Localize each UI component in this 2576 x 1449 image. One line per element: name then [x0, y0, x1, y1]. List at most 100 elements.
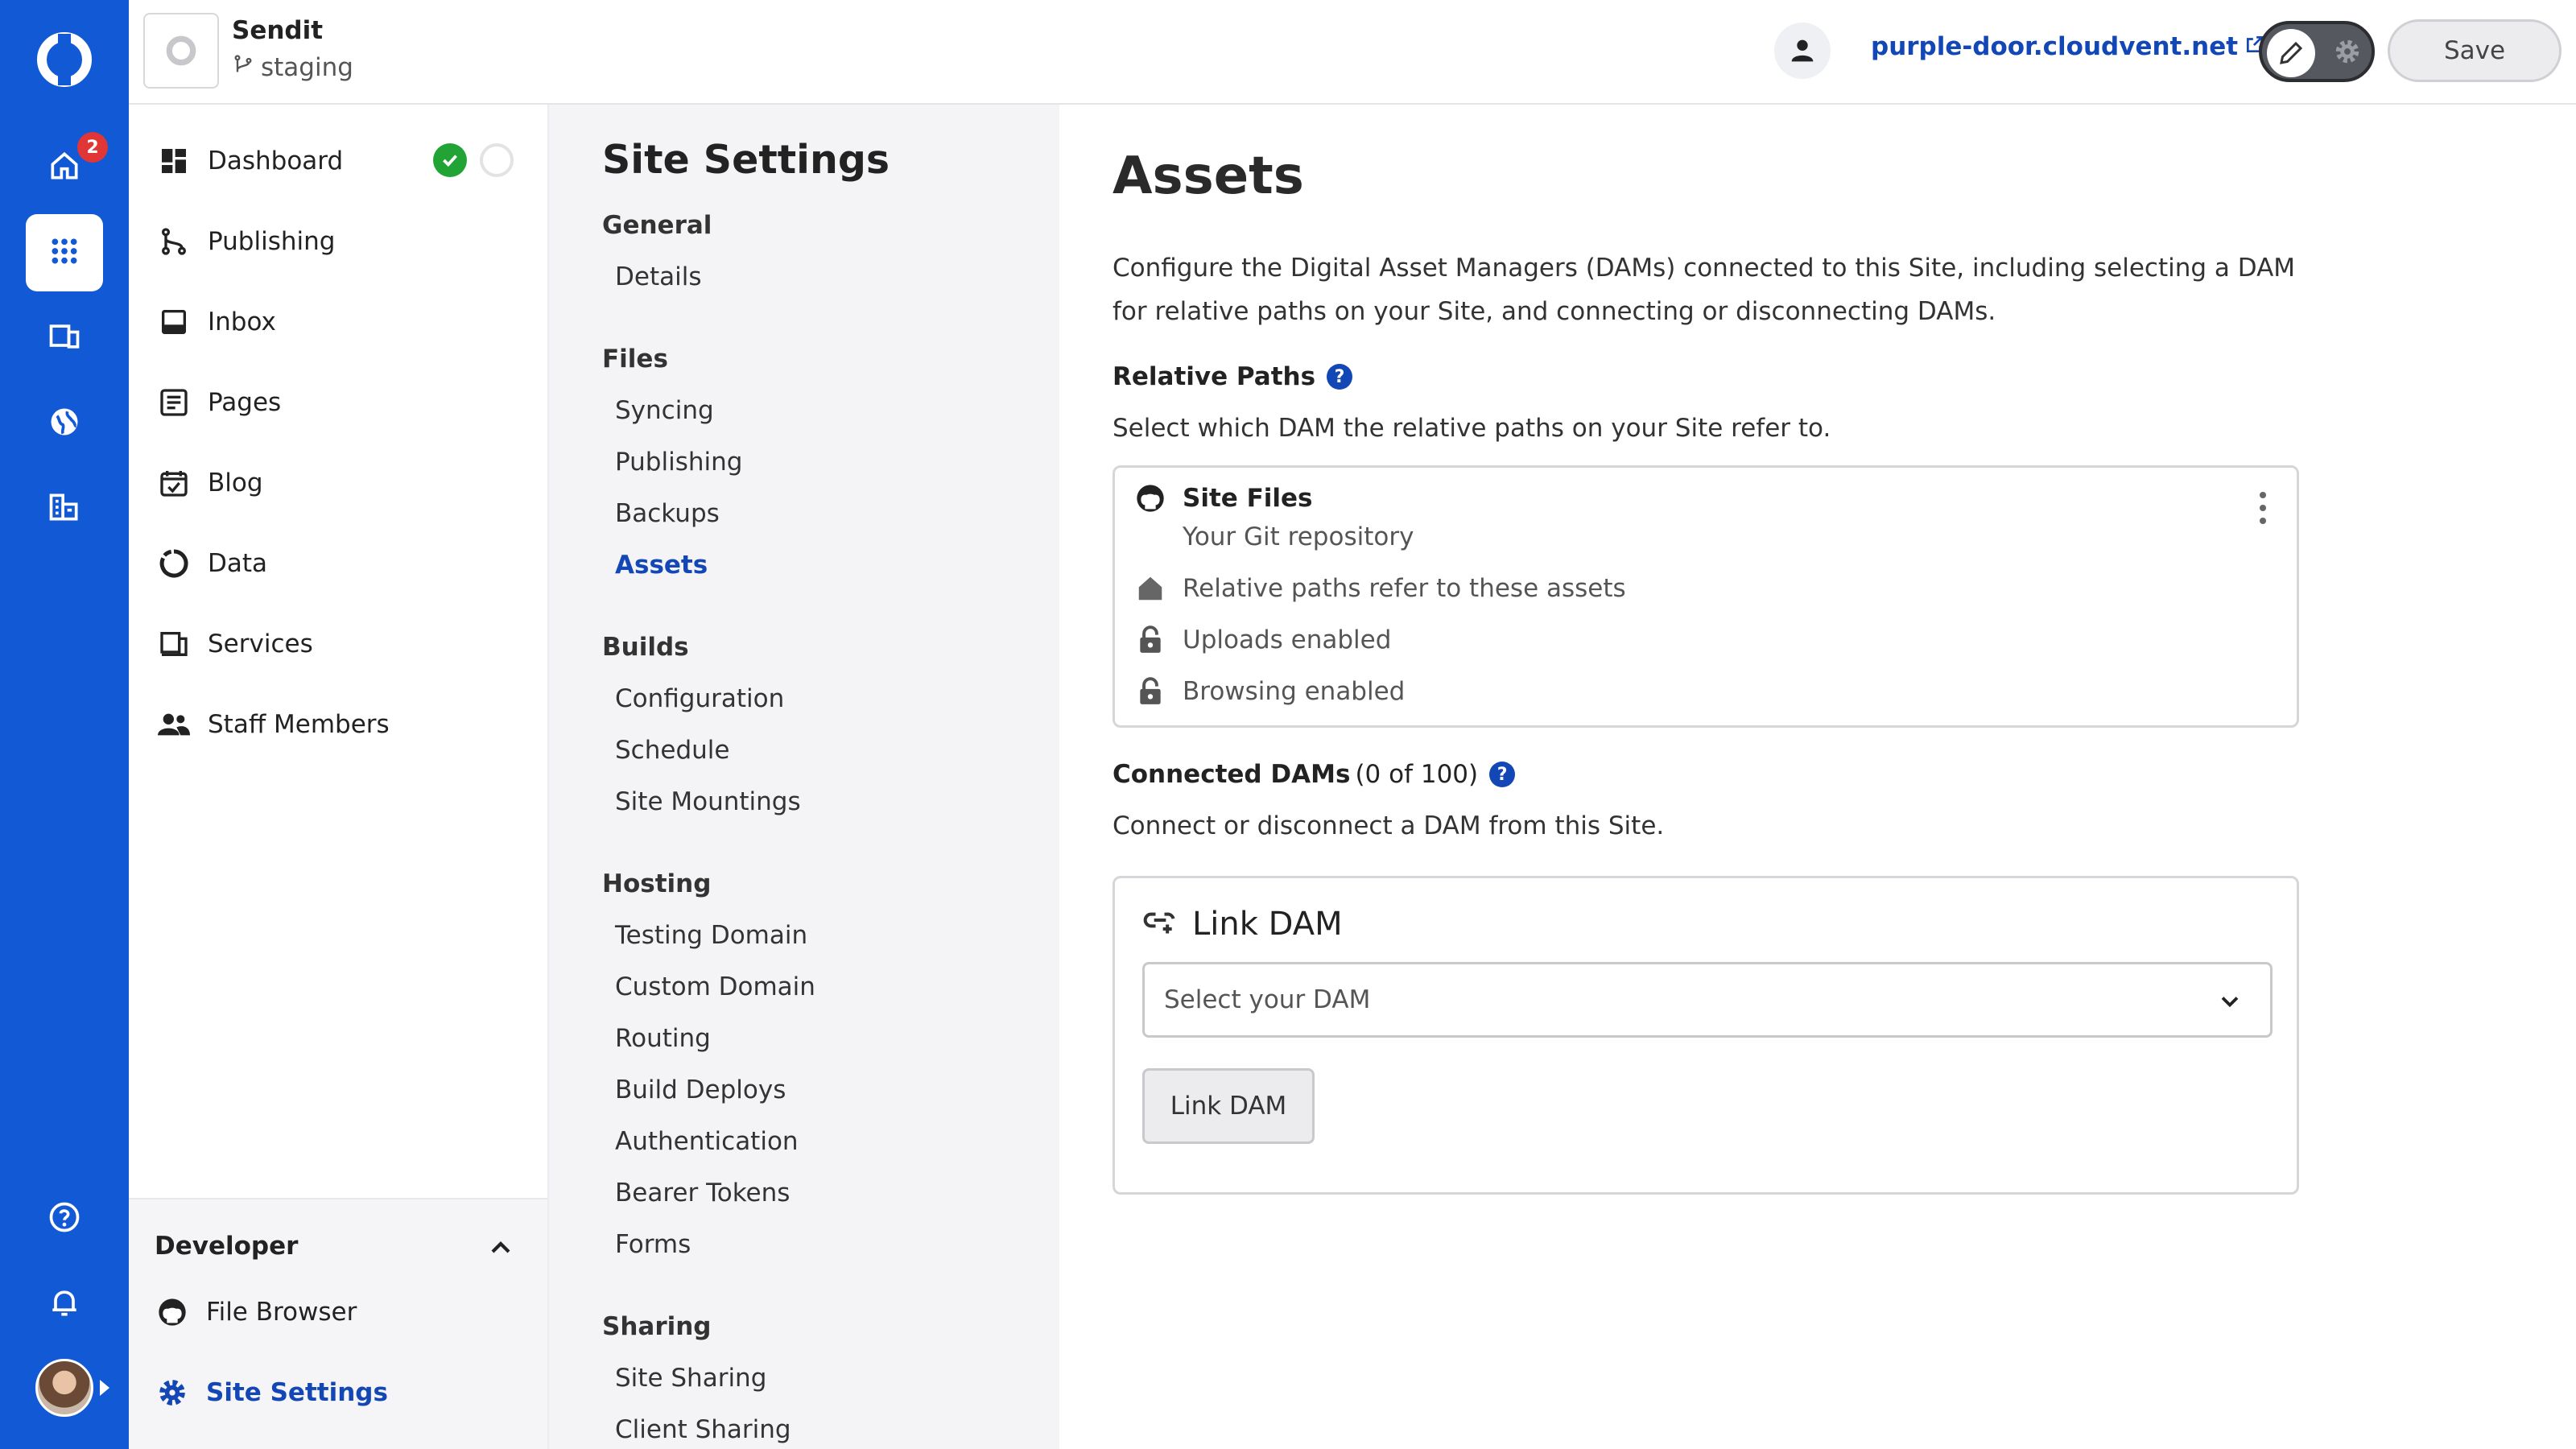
settings-item-authentication[interactable]: Authentication: [615, 1127, 799, 1156]
gear-icon: [2330, 34, 2365, 69]
settings-item-site-mountings[interactable]: Site Mountings: [615, 787, 801, 816]
relative-paths-label-text: Relative Paths: [1113, 362, 1316, 391]
nav-item-label: Services: [208, 630, 313, 658]
settings-item-schedule[interactable]: Schedule: [615, 736, 729, 765]
settings-item-routing[interactable]: Routing: [615, 1024, 711, 1053]
card-subtitle: Your Git repository: [1183, 522, 1414, 551]
chevron-up-icon[interactable]: [485, 1232, 517, 1264]
success-check-icon: [433, 143, 467, 177]
site-files-card[interactable]: Site Files Your Git repository Relative …: [1113, 465, 2299, 728]
nav-item-label: File Browser: [206, 1298, 357, 1327]
home-icon: [1133, 571, 1168, 606]
devices-icon: [47, 319, 82, 357]
link-dam-button[interactable]: Link DAM: [1142, 1068, 1315, 1144]
data-icon: [156, 546, 192, 581]
logo-icon[interactable]: [35, 31, 93, 89]
github-icon: [155, 1294, 190, 1330]
rail-globe-button[interactable]: [26, 385, 103, 462]
gear-icon: [155, 1375, 190, 1410]
developer-panel: Developer File Browser Site Settings: [129, 1198, 547, 1449]
rail-notifications-button[interactable]: [26, 1265, 103, 1343]
nav-item-publishing[interactable]: Publishing: [156, 217, 335, 266]
site-name[interactable]: Sendit: [232, 16, 323, 45]
settings-item-testing-domain[interactable]: Testing Domain: [615, 921, 807, 950]
site-thumbnail[interactable]: [143, 13, 219, 89]
card-subtitle-text: Your Git repository: [1183, 522, 1414, 551]
caret-right-icon[interactable]: [100, 1380, 109, 1396]
home-icon: [47, 148, 82, 187]
nav-item-pages[interactable]: Pages: [156, 378, 281, 427]
toggle-knob: [2267, 29, 2315, 77]
lock-icon: [1133, 622, 1168, 658]
settings-item-publishing[interactable]: Publishing: [615, 448, 742, 477]
dam-select[interactable]: Select your DAM: [1142, 962, 2273, 1038]
rail-buildings-button[interactable]: [26, 470, 103, 547]
bell-icon: [47, 1285, 82, 1323]
apps-grid-icon: [48, 235, 80, 270]
card-row-browsing: Browsing enabled: [1133, 674, 1405, 709]
more-options-icon[interactable]: [2258, 492, 2268, 524]
settings-title: Site Settings: [602, 137, 890, 183]
rail-apps-button[interactable]: [26, 214, 103, 291]
dam-select-placeholder: Select your DAM: [1164, 985, 1371, 1014]
lock-icon: [1133, 674, 1168, 709]
main-content: Assets Configure the Digital Asset Manag…: [1059, 105, 2576, 1449]
settings-section-sharing: Sharing: [602, 1312, 712, 1341]
branch-selector[interactable]: staging: [232, 53, 353, 82]
calendar-check-icon: [156, 465, 192, 501]
link-icon: [1142, 902, 1178, 946]
settings-item-site-sharing[interactable]: Site Sharing: [615, 1364, 766, 1393]
nav-item-blog[interactable]: Blog: [156, 459, 263, 507]
inbox-icon: [156, 304, 192, 340]
card-row-text: Relative paths refer to these assets: [1183, 574, 1626, 603]
nav-item-file-browser[interactable]: File Browser: [155, 1294, 357, 1330]
site-nav: Dashboard Publishing Inbox Pages Blog Da…: [129, 105, 549, 1449]
chevron-down-icon: [2215, 987, 2244, 1016]
save-button[interactable]: Save: [2388, 19, 2562, 82]
help-icon[interactable]: ?: [1489, 762, 1516, 787]
top-bar: Sendit staging purple-door.cloudvent.net…: [129, 0, 2576, 105]
site-domain-text: purple-door.cloudvent.net: [1871, 32, 2239, 61]
settings-item-backups[interactable]: Backups: [615, 499, 720, 528]
branch-name: staging: [261, 53, 353, 82]
rail-help-button[interactable]: [26, 1180, 103, 1257]
settings-item-assets[interactable]: Assets: [615, 551, 708, 580]
nav-item-label: Publishing: [208, 227, 336, 256]
settings-item-details[interactable]: Details: [615, 262, 701, 291]
buildings-icon: [47, 489, 82, 528]
edit-mode-toggle[interactable]: [2259, 21, 2375, 82]
settings-item-forms[interactable]: Forms: [615, 1230, 691, 1259]
nav-item-data[interactable]: Data: [156, 539, 267, 588]
settings-item-configuration[interactable]: Configuration: [615, 684, 784, 713]
page-title: Assets: [1113, 147, 1304, 206]
card-row-text: Uploads enabled: [1183, 625, 1392, 654]
settings-item-build-deploys[interactable]: Build Deploys: [615, 1075, 786, 1104]
settings-section-general: General: [602, 211, 712, 240]
rail-devices-button[interactable]: [26, 299, 103, 377]
developer-panel-title[interactable]: Developer: [155, 1232, 298, 1261]
nav-item-dashboard[interactable]: Dashboard: [156, 137, 343, 185]
nav-item-inbox[interactable]: Inbox: [156, 298, 276, 346]
connected-dams-label-text: Connected DAMs: [1113, 760, 1351, 789]
nav-item-staff-members[interactable]: Staff Members: [156, 700, 390, 749]
site-domain-link[interactable]: purple-door.cloudvent.net: [1871, 32, 2265, 61]
relative-paths-subtext: Select which DAM the relative paths on y…: [1113, 414, 1831, 443]
settings-section-hosting: Hosting: [602, 869, 712, 898]
settings-item-bearer-tokens[interactable]: Bearer Tokens: [615, 1179, 790, 1208]
settings-section-builds: Builds: [602, 633, 689, 662]
settings-item-client-sharing[interactable]: Client Sharing: [615, 1415, 791, 1444]
nav-item-services[interactable]: Services: [156, 620, 313, 668]
pencil-icon: [2280, 41, 2303, 64]
connected-dams-label: Connected DAMs (0 of 100) ?: [1113, 760, 1516, 789]
connected-dams-subtext: Connect or disconnect a DAM from this Si…: [1113, 811, 1665, 840]
connected-dams-count: (0 of 100): [1355, 760, 1479, 789]
relative-paths-label: Relative Paths ?: [1113, 362, 1353, 391]
people-icon: [156, 707, 192, 742]
settings-item-custom-domain[interactable]: Custom Domain: [615, 972, 815, 1001]
help-icon[interactable]: ?: [1327, 364, 1353, 390]
settings-item-syncing[interactable]: Syncing: [615, 396, 714, 425]
nav-item-label: Blog: [208, 469, 263, 497]
nav-item-site-settings[interactable]: Site Settings: [155, 1375, 388, 1410]
account-button[interactable]: [1774, 23, 1831, 79]
avatar[interactable]: [35, 1359, 93, 1417]
